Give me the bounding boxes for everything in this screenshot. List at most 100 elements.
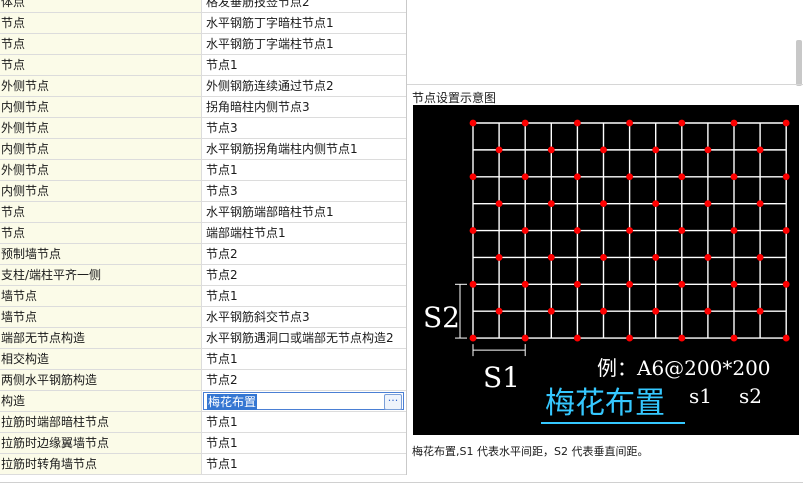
quincunx-dot	[495, 307, 503, 315]
quincunx-dot	[574, 227, 581, 234]
property-value[interactable]: 水平钢筋丁字暗柱节点1	[202, 13, 406, 33]
quincunx-dot	[730, 334, 738, 342]
table-row[interactable]: 节点 端部端柱节点1	[0, 223, 406, 244]
table-row[interactable]: 拉筋时端部暗柱节点 节点1	[0, 412, 406, 433]
property-name: 相交构造	[0, 349, 202, 369]
property-name: 节点	[0, 55, 202, 75]
property-value[interactable]: 节点3	[202, 181, 406, 201]
property-value-editor[interactable]: 梅花布置 ···	[202, 391, 406, 411]
quincunx-dot	[574, 334, 581, 342]
s2-label: S2	[423, 301, 460, 334]
table-row[interactable]: 墙节点 节点1	[0, 286, 406, 307]
quincunx-dot	[521, 173, 529, 181]
property-value[interactable]: 节点1	[202, 412, 406, 432]
quincunx-dot	[600, 200, 607, 208]
property-name: 内侧节点	[0, 139, 202, 159]
table-row[interactable]: 节点 水平钢筋丁字端柱节点1	[0, 34, 406, 55]
quincunx-dot	[652, 254, 660, 261]
quincunx-dot	[756, 307, 764, 315]
scrollbar-thumb[interactable]	[796, 40, 802, 86]
property-value[interactable]: 水平钢筋丁字端柱节点1	[202, 34, 406, 54]
property-name: 支柱/端柱平齐一侧	[0, 265, 202, 285]
table-row[interactable]: 相交构造 节点1	[0, 349, 406, 370]
ellipsis-button[interactable]: ···	[384, 394, 402, 410]
table-row[interactable]: 内侧节点 水平钢筋拐角端柱内侧节点1	[0, 139, 406, 160]
table-row[interactable]: 外侧节点 节点1	[0, 160, 406, 181]
s1-label: S1	[483, 361, 520, 394]
table-row[interactable]: 节点 节点1	[0, 55, 406, 76]
property-name: 拉筋时端部暗柱节点	[0, 412, 202, 432]
preview-caption: 梅花布置,S1 代表水平间距，S2 代表垂直间距。	[412, 445, 649, 458]
property-value[interactable]: 外侧钢筋连续通过节点2	[202, 76, 406, 96]
quincunx-dot	[782, 280, 790, 288]
quincunx-dot	[495, 254, 503, 261]
table-row[interactable]: 外侧节点 外侧钢筋连续通过节点2	[0, 76, 406, 97]
table-row[interactable]: 端部无节点构造 水平钢筋遇洞口或端部无节点构造2	[0, 328, 406, 349]
selected-value-text: 梅花布置	[207, 394, 258, 410]
quincunx-dot	[547, 307, 555, 315]
table-row[interactable]: 外侧节点 节点3	[0, 118, 406, 139]
property-value[interactable]: 端部端柱节点1	[202, 223, 406, 243]
property-value[interactable]: 节点1	[202, 433, 406, 453]
property-value[interactable]: 节点3	[202, 118, 406, 138]
table-row[interactable]: 构造 梅花布置 ···	[0, 391, 406, 412]
table-row[interactable]: 内侧节点 拐角暗柱内侧节点3	[0, 97, 406, 118]
table-row[interactable]: 节点 水平钢筋丁字暗柱节点1	[0, 13, 406, 34]
quincunx-dot	[574, 119, 581, 127]
property-name: 外侧节点	[0, 118, 202, 138]
quincunx-dot	[678, 334, 686, 342]
property-name: 拉筋时边缘翼墙节点	[0, 433, 202, 453]
quincunx-dot	[704, 307, 712, 315]
quincunx-dot	[652, 200, 660, 208]
property-value[interactable]: 节点1	[202, 286, 406, 306]
table-row[interactable]: 预制墙节点 节点2	[0, 244, 406, 265]
property-value[interactable]: 节点1	[202, 55, 406, 75]
value-input[interactable]: 梅花布置 ···	[203, 392, 404, 410]
quincunx-dot	[600, 307, 607, 315]
property-value[interactable]: 格发垂筋技签节点2	[202, 0, 406, 12]
property-value[interactable]: 节点2	[202, 370, 406, 390]
example-label: 例：A6@200*200	[597, 356, 771, 380]
quincunx-dot	[730, 119, 738, 127]
property-value[interactable]: 水平钢筋拐角端柱内侧节点1	[202, 139, 406, 159]
quincunx-dot	[626, 280, 633, 288]
quincunx-dot	[469, 227, 477, 234]
table-row[interactable]: 体点 格发垂筋技签节点2	[0, 0, 406, 13]
property-value[interactable]: 节点2	[202, 265, 406, 285]
quincunx-dot	[547, 254, 555, 261]
property-name: 拉筋时转角墙节点	[0, 454, 202, 474]
quincunx-dot	[678, 227, 686, 234]
quincunx-dot	[600, 254, 607, 261]
quincunx-dot	[730, 173, 738, 181]
property-value[interactable]: 节点1	[202, 160, 406, 180]
table-row[interactable]: 拉筋时边缘翼墙节点 节点1	[0, 433, 406, 454]
table-row[interactable]: 支柱/端柱平齐一侧 节点2	[0, 265, 406, 286]
property-value[interactable]: 拐角暗柱内侧节点3	[202, 97, 406, 117]
property-value[interactable]: 水平钢筋遇洞口或端部无节点构造2	[202, 328, 406, 348]
quincunx-dot	[782, 334, 790, 342]
right-panel: 节点设置示意图 S2 S1 例：A6@200*200 s1 s2 梅花布置 梅花布置,S1…	[407, 0, 803, 489]
property-value[interactable]: 节点1	[202, 349, 406, 369]
quincunx-dot	[678, 173, 686, 181]
property-value[interactable]: 节点1	[202, 454, 406, 474]
quincunx-dot	[730, 227, 738, 234]
pattern-name: 梅花布置	[545, 386, 665, 421]
table-row[interactable]: 两侧水平钢筋构造 节点2	[0, 370, 406, 391]
quincunx-dot	[547, 200, 555, 208]
quincunx-dot	[600, 146, 607, 154]
quincunx-dot	[547, 146, 555, 154]
quincunx-dot	[626, 227, 633, 234]
quincunx-dot	[756, 254, 764, 261]
table-row[interactable]: 内侧节点 节点3	[0, 181, 406, 202]
quincunx-dot	[730, 280, 738, 288]
property-value[interactable]: 水平钢筋斜交节点3	[202, 307, 406, 327]
table-row[interactable]: 拉筋时转角墙节点 节点1	[0, 454, 406, 475]
property-value[interactable]: 水平钢筋端部暗柱节点1	[202, 202, 406, 222]
property-value[interactable]: 节点2	[202, 244, 406, 264]
quincunx-dot	[756, 200, 764, 208]
property-name: 外侧节点	[0, 160, 202, 180]
quincunx-dot	[626, 173, 633, 181]
table-row[interactable]: 节点 水平钢筋端部暗柱节点1	[0, 202, 406, 223]
table-row[interactable]: 墙节点 水平钢筋斜交节点3	[0, 307, 406, 328]
quincunx-dot	[521, 334, 529, 342]
